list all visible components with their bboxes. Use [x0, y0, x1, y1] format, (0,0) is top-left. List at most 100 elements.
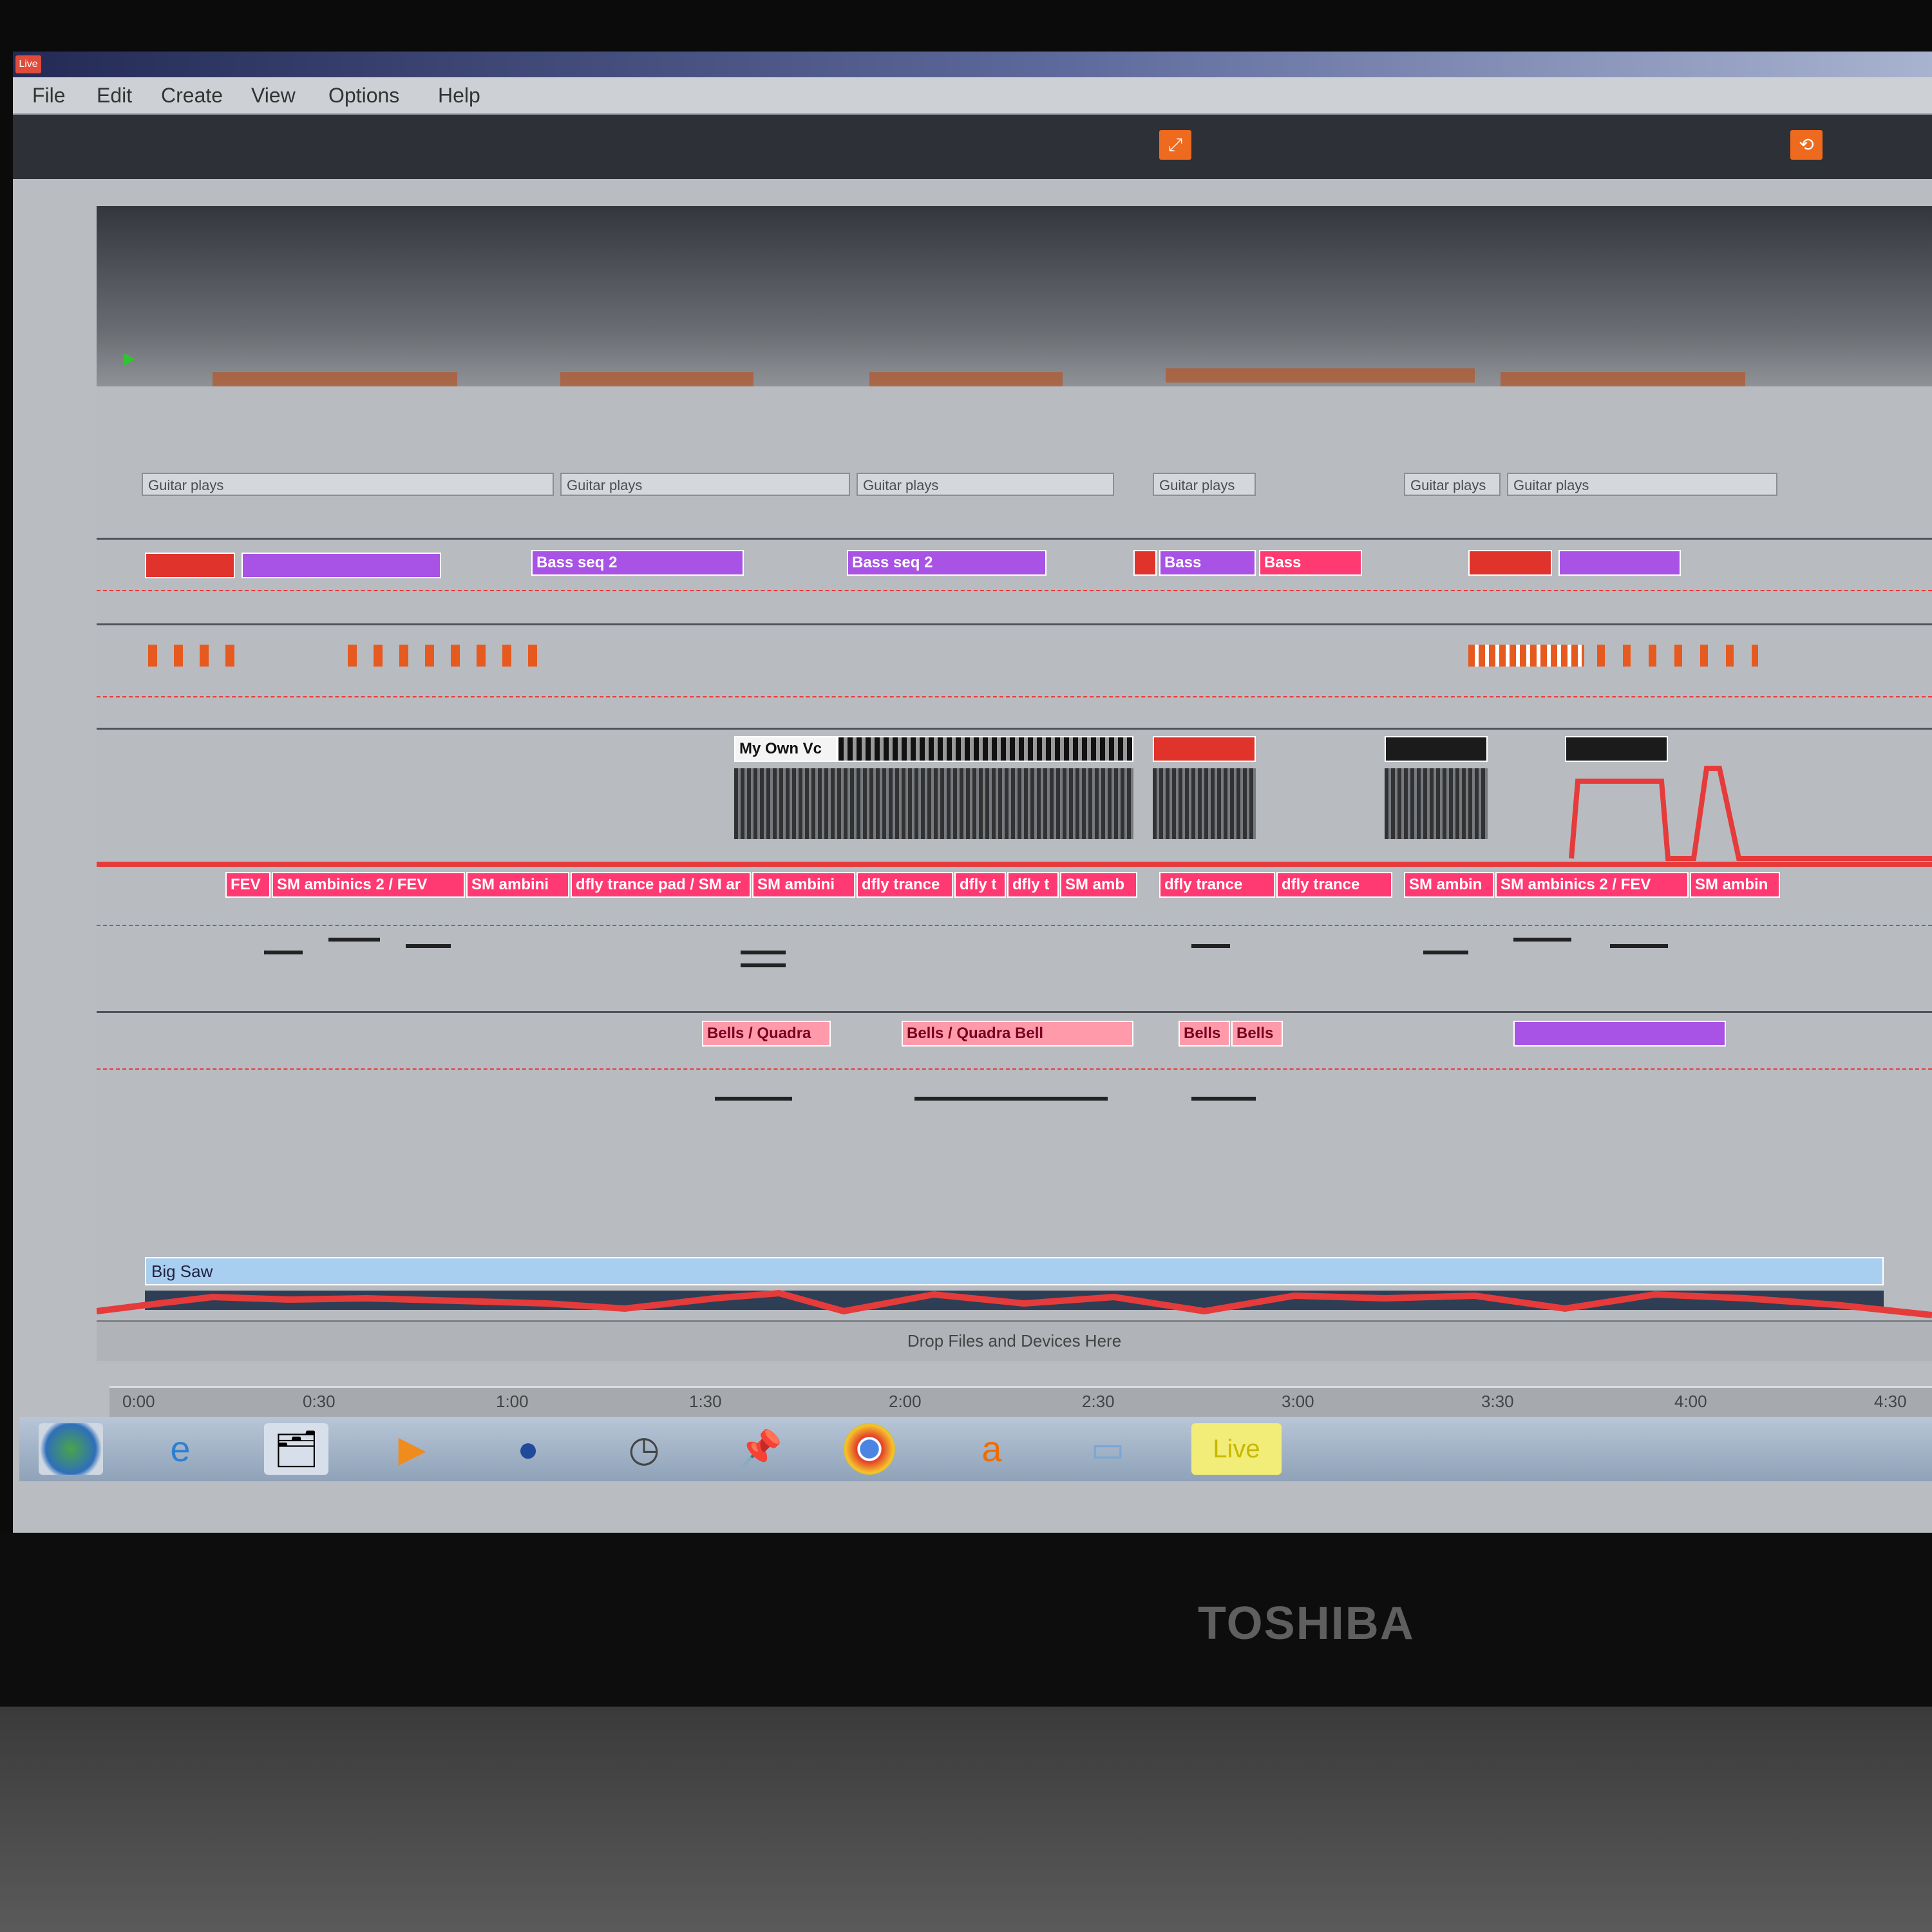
clip[interactable]: Guitar plays	[560, 473, 850, 496]
clip[interactable]: FEV	[225, 872, 270, 898]
clip[interactable]	[1468, 550, 1552, 576]
clip[interactable]: Bells	[1179, 1021, 1230, 1046]
menu-options[interactable]: Options	[328, 84, 399, 108]
clip[interactable]: Guitar plays	[142, 473, 554, 496]
menu-file[interactable]: File	[32, 84, 66, 108]
midi-note[interactable]	[741, 963, 786, 967]
notepad-icon[interactable]: ▭	[1075, 1423, 1140, 1475]
automation-line	[97, 1068, 1932, 1070]
expand-icon[interactable]: ⤢	[1159, 130, 1191, 160]
clip[interactable]: Bass seq 2	[847, 550, 1046, 576]
clip[interactable]: Bass seq 2	[531, 550, 744, 576]
drum-hit[interactable]	[174, 645, 183, 667]
chrome-icon[interactable]	[844, 1423, 895, 1475]
midi-note[interactable]	[406, 944, 451, 948]
clip[interactable]: Bells	[1231, 1021, 1283, 1046]
clock-icon[interactable]: ◷	[612, 1423, 676, 1475]
clip[interactable]: SM ambin	[1404, 872, 1494, 898]
midi-note[interactable]	[264, 951, 303, 954]
drum-hit[interactable]	[348, 645, 357, 667]
drum-hit[interactable]	[528, 645, 537, 667]
drum-hit[interactable]	[399, 645, 408, 667]
menu-edit[interactable]: Edit	[97, 84, 132, 108]
midi-note[interactable]	[1610, 944, 1668, 948]
play-marker-icon	[124, 353, 135, 366]
midi-note[interactable]	[328, 938, 380, 942]
midi-note[interactable]	[1423, 951, 1468, 954]
clip[interactable]: dfly trance	[1159, 872, 1275, 898]
clip[interactable]: dfly trance	[857, 872, 953, 898]
menu-create[interactable]: Create	[161, 84, 223, 108]
overview-strip	[97, 206, 1932, 386]
clip[interactable]: SM ambinics 2 / FEV	[1495, 872, 1689, 898]
bells-track: Bells / Quadra Bells / Quadra Bell Bells…	[97, 1011, 1932, 1146]
user-icon[interactable]: ●	[496, 1423, 560, 1475]
live-icon[interactable]: Live	[1191, 1423, 1282, 1475]
clip[interactable]: Big Saw	[145, 1257, 1884, 1285]
clip[interactable]: Guitar plays	[1507, 473, 1777, 496]
section-divider	[97, 862, 1932, 867]
clip[interactable]: SM ambini	[752, 872, 855, 898]
time-tick: 1:00	[496, 1392, 529, 1411]
midi-note[interactable]	[715, 1097, 792, 1101]
drum-hit[interactable]	[225, 645, 234, 667]
media-player-icon[interactable]: ▶	[380, 1423, 444, 1475]
timeline-ruler[interactable]: 0:00 0:30 1:00 1:30 2:00 2:30 3:00 3:30 …	[109, 1386, 1932, 1419]
clip[interactable]	[242, 553, 441, 578]
clip[interactable]: SM ambini	[466, 872, 569, 898]
time-tick: 2:30	[1082, 1392, 1115, 1411]
clip[interactable]: Guitar plays	[1404, 473, 1501, 496]
midi-note[interactable]	[1191, 1097, 1256, 1101]
clip[interactable]: dfly t	[954, 872, 1006, 898]
drum-hit[interactable]	[1597, 645, 1758, 667]
locator-bar	[869, 372, 1063, 386]
drum-hit[interactable]	[477, 645, 486, 667]
drum-hit[interactable]	[200, 645, 209, 667]
clip[interactable]	[1513, 1021, 1726, 1046]
avast-icon[interactable]: a	[960, 1423, 1024, 1475]
bigsaw-automation-envelope[interactable]	[97, 1285, 1932, 1319]
vocal-automation-envelope[interactable]	[97, 730, 1932, 865]
drum-hit[interactable]	[502, 645, 511, 667]
clip[interactable]: SM ambinics 2 / FEV	[272, 872, 465, 898]
drum-hit[interactable]	[1468, 645, 1584, 667]
menu-help[interactable]: Help	[438, 84, 480, 108]
clip[interactable]: dfly trance	[1276, 872, 1392, 898]
locator-bar	[213, 372, 457, 386]
locator-bar	[560, 372, 753, 386]
clip[interactable]: SM amb	[1060, 872, 1137, 898]
clip[interactable]	[145, 553, 235, 578]
clip[interactable]: Bells / Quadra Bell	[902, 1021, 1133, 1046]
clip[interactable]: SM ambin	[1690, 872, 1780, 898]
screen: Live File Edit Create View Options Help …	[13, 52, 1932, 1533]
start-orb-icon[interactable]	[39, 1423, 103, 1475]
windows-taskbar: e 🗂 ▶ ● ◷ 📌 a ▭ Live	[19, 1417, 1932, 1481]
automation-line	[97, 590, 1932, 591]
time-tick: 1:30	[689, 1392, 722, 1411]
midi-note[interactable]	[741, 951, 786, 954]
drum-hit[interactable]	[451, 645, 460, 667]
file-explorer-icon[interactable]: 🗂	[264, 1423, 328, 1475]
drum-hit[interactable]	[374, 645, 383, 667]
clip[interactable]: Bells / Quadra	[702, 1021, 831, 1046]
clip[interactable]: dfly trance pad / SM ar	[571, 872, 751, 898]
clip[interactable]: Bass	[1159, 550, 1256, 576]
internet-explorer-icon[interactable]: e	[148, 1423, 213, 1475]
clip[interactable]	[1133, 550, 1157, 576]
guitar-track: Guitar plays Guitar plays Guitar plays G…	[97, 469, 1932, 500]
clip[interactable]	[1558, 550, 1681, 576]
pushpin-icon[interactable]: 📌	[728, 1423, 792, 1475]
clip[interactable]: Guitar plays	[857, 473, 1114, 496]
drum-hit[interactable]	[148, 645, 157, 667]
midi-note[interactable]	[1191, 944, 1230, 948]
clip[interactable]: Bass	[1259, 550, 1362, 576]
midi-note[interactable]	[1513, 938, 1571, 942]
drum-hit[interactable]	[425, 645, 434, 667]
clip[interactable]: Guitar plays	[1153, 473, 1256, 496]
midi-note[interactable]	[914, 1097, 1108, 1101]
drop-target[interactable]: Drop Files and Devices Here	[97, 1320, 1932, 1361]
clip[interactable]: dfly t	[1007, 872, 1059, 898]
menu-view[interactable]: View	[251, 84, 296, 108]
loop-icon[interactable]: ⟲	[1790, 130, 1823, 160]
bass-track: Bass seq 2 Bass seq 2 Bass Bass	[97, 538, 1932, 621]
